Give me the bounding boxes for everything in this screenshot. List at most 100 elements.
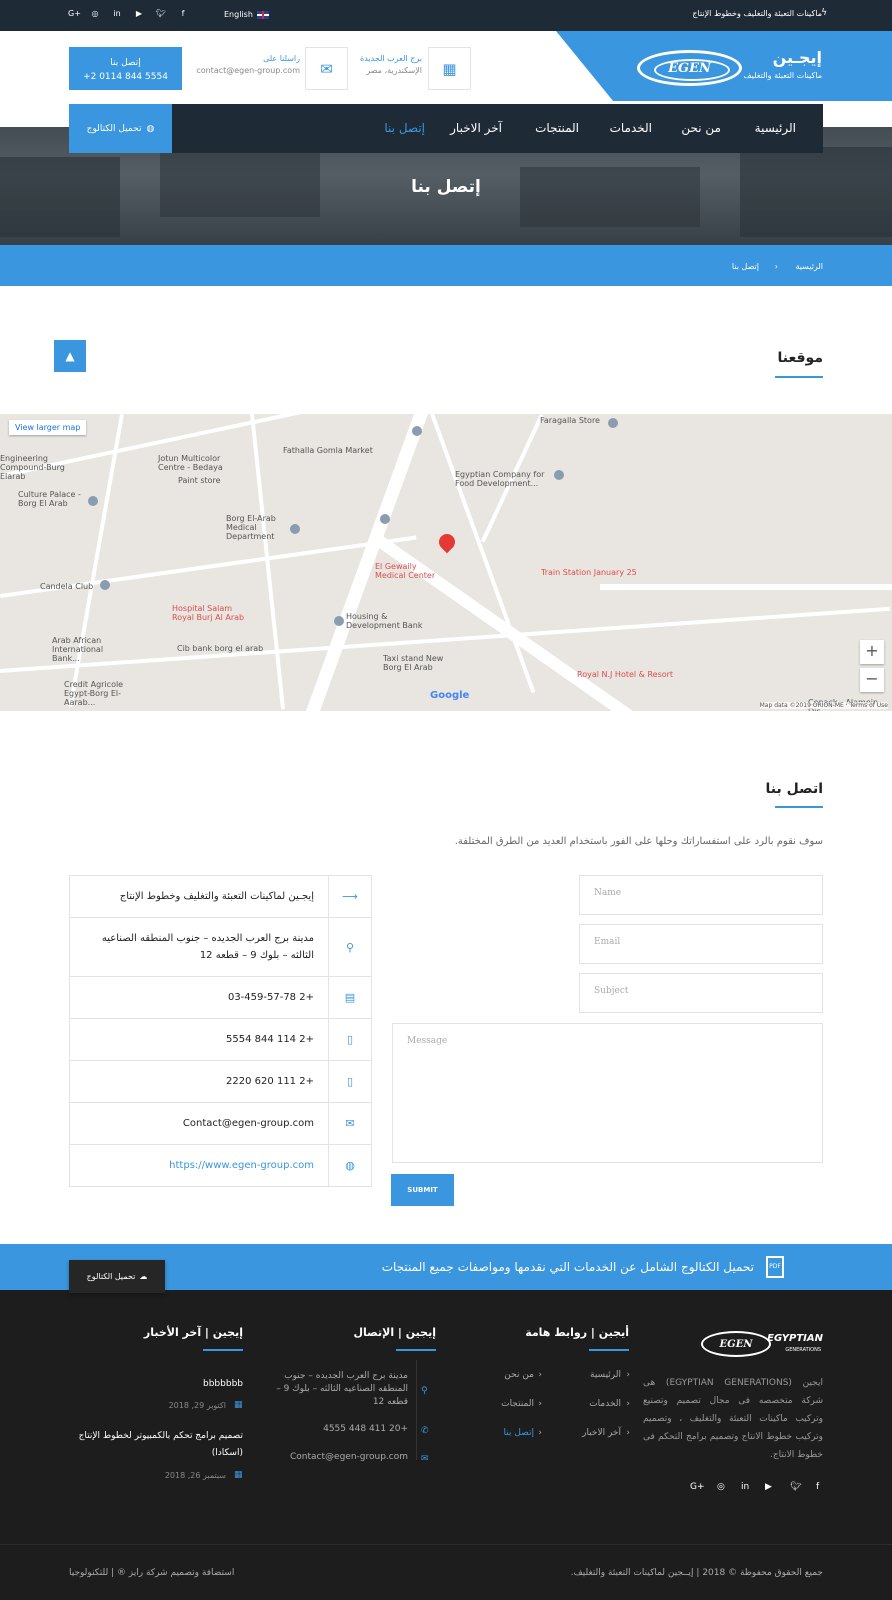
google-logo: Google — [430, 690, 470, 701]
footer-link-news[interactable]: آخر الاخبار — [582, 1428, 621, 1438]
footer-divider — [416, 1360, 417, 1460]
google-plus-icon[interactable]: G+ — [68, 9, 81, 18]
chevron-left-icon: ‹ — [538, 1370, 542, 1380]
footer-title-underline — [203, 1349, 243, 1351]
contact-title: اتصل بنا — [765, 781, 823, 797]
footer-news-item[interactable]: تصميم برامج تحكم بالكمبيوتر لخطوط الإنتا… — [63, 1428, 243, 1462]
instagram-icon[interactable]: ◎ — [90, 9, 100, 18]
twitter-icon[interactable]: 🐦︎ — [790, 1482, 801, 1492]
view-larger-map-link[interactable]: View larger map — [9, 420, 87, 435]
footer-link-products[interactable]: المنتجات — [501, 1399, 534, 1409]
catalog-download-button[interactable]: تحميل الكتالوج ◍ — [69, 104, 172, 153]
footer-title-underline — [589, 1349, 629, 1351]
contact-info-row: +2 114 844 5554 ▯ — [70, 1019, 371, 1061]
logo-mark: EGEN — [637, 50, 742, 86]
logo-title: إيجـين — [772, 48, 822, 67]
catalog-button-label: تحميل الكتالوج — [86, 123, 142, 134]
catalog-banner-text: تحميل الكتالوج الشامل عن الخدمات التي نق… — [381, 1260, 754, 1274]
youtube-icon[interactable]: ▶ — [134, 9, 144, 18]
submit-button[interactable]: SUBMIT — [391, 1174, 454, 1206]
footer-logo[interactable]: EGEN EGYPTIAN GENERATIONS — [701, 1331, 823, 1357]
language-selector[interactable]: English — [224, 10, 269, 19]
name-field[interactable]: Name — [579, 875, 823, 915]
footer-news-date: سبتمبر 26, 2018 — [164, 1471, 226, 1480]
catalog-download-button[interactable]: تحميل الكتالوج ☁ — [69, 1260, 165, 1293]
scroll-to-top-button[interactable]: ▲ — [54, 340, 86, 372]
map-pin-icon — [88, 496, 98, 506]
call-label: إتصل بنا — [110, 58, 141, 68]
fax-icon: ▤ — [328, 977, 371, 1018]
breadcrumb-home[interactable]: الرئيسية — [795, 262, 823, 271]
footer-news-item[interactable]: bbbbbbb — [63, 1376, 243, 1393]
map-label: Arab African International Bank... — [52, 636, 104, 663]
mobile-icon: ▯ — [328, 1019, 371, 1060]
footer-logo-mark: EGEN — [701, 1331, 771, 1357]
footer-news-title: إيجين | آخر الأخبار — [143, 1326, 243, 1339]
cloud-download-icon: ☁ — [139, 1272, 148, 1281]
map-pin-icon — [554, 470, 564, 480]
mobile-number: +2 111 620 2220 — [226, 1076, 314, 1087]
zoom-in-button[interactable]: + — [860, 640, 884, 664]
hosting-credit[interactable]: استضافة وتصميم شركة رايز ® | للتكنولوجيا — [69, 1568, 234, 1578]
facebook-icon[interactable]: f — [816, 1482, 819, 1492]
map-label: Train Station January 25 — [541, 568, 637, 577]
message-field[interactable]: Message — [392, 1023, 823, 1163]
footer-email[interactable]: Contact@egen-group.com — [268, 1451, 408, 1464]
nav-products[interactable]: المنتجات — [535, 121, 579, 135]
location-title: موقعنا — [777, 350, 824, 366]
map-label: Royal N.J Hotel & Resort — [577, 670, 674, 679]
email-field[interactable]: Email — [579, 924, 823, 964]
site-logo[interactable]: EGEN إيجـين ماكينات التعبئة والتغليف — [637, 48, 822, 88]
map-label: Jotun Multicolor Centre - Bedaya — [158, 454, 223, 472]
envelope-icon: ✉ — [305, 47, 348, 90]
nav-contact[interactable]: إتصل بنا — [384, 121, 425, 135]
contact-info-table: إيجـين لماكينات التعبئة والتغليف وخطوط ا… — [69, 875, 372, 1187]
map-pin-icon — [100, 580, 110, 590]
phone-icon: ✆ — [421, 1426, 429, 1436]
youtube-icon[interactable]: ▶ — [765, 1482, 772, 1492]
map-label: Housing & Development Bank — [346, 612, 423, 630]
google-plus-icon[interactable]: G+ — [690, 1482, 705, 1492]
footer-link-services[interactable]: الخدمات — [589, 1399, 621, 1409]
mail-line2: contact@egen-group.com — [196, 66, 300, 75]
twitter-icon[interactable]: 🐦︎ — [156, 9, 166, 18]
map-label: Cib bank borg el arab — [177, 644, 264, 653]
map-label: Faragalla Store — [540, 416, 600, 425]
linkedin-icon[interactable]: in — [112, 9, 122, 18]
website-link[interactable]: https://www.egen-group.com — [70, 1145, 328, 1186]
footer-link-about[interactable]: من نحن — [504, 1370, 534, 1380]
instagram-icon[interactable]: ◎ — [717, 1482, 725, 1492]
copyright-text: جميع الحقوق محفوظة © 2018 | إيــجين لماك… — [570, 1568, 823, 1578]
footer-link-home[interactable]: الرئيسية — [590, 1370, 621, 1380]
title-underline — [775, 806, 823, 808]
nav-about[interactable]: من نحن — [681, 121, 721, 135]
map-label: Fathalla Gomla Market — [283, 446, 373, 455]
call-number: +2 0114 844 5554 — [83, 72, 168, 82]
map-label: Paint store — [178, 476, 221, 485]
chevron-left-icon: ‹ — [626, 1370, 630, 1380]
nav-news[interactable]: آخر الاخبار — [450, 121, 502, 135]
footer-logo-text: EGYPTIAN — [767, 1333, 823, 1344]
language-label: English — [224, 10, 253, 19]
subject-field[interactable]: Subject — [579, 973, 823, 1013]
contact-email[interactable]: Contact@egen-group.com — [70, 1103, 328, 1144]
facebook-icon[interactable]: f — [178, 9, 188, 18]
call-us-button[interactable]: إتصل بنا +2 0114 844 5554 — [69, 47, 182, 90]
zoom-out-button[interactable]: − — [860, 668, 884, 692]
arrow-right-icon: ⟶ — [328, 876, 371, 917]
footer-title-underline — [396, 1349, 436, 1351]
nav-services[interactable]: الخدمات — [610, 121, 652, 135]
linkedin-icon[interactable]: in — [741, 1482, 749, 1492]
map-label: Credit Agricole Egypt-Borg El-Aarab... — [64, 680, 124, 707]
map-label: Hospital Salam Royal Burj Al Arab — [172, 604, 245, 622]
footer-logo-subtext: GENERATIONS — [785, 1347, 821, 1353]
footer-link-contact[interactable]: إتصل بنا — [504, 1428, 534, 1438]
globe-icon: ◍ — [146, 123, 155, 134]
contact-intro: سوف نقوم بالرد على استفساراتك وحلها على … — [454, 836, 823, 847]
map-label: Borg El-Arab Medical Department — [226, 514, 276, 541]
fax-number: +2 03-459-57-78 — [227, 992, 314, 1003]
google-map[interactable]: Faragalla Store Jotun Multicolor Centre … — [0, 414, 892, 711]
location-marker-icon — [435, 530, 459, 554]
nav-home[interactable]: الرئيسية — [755, 121, 796, 135]
chevron-up-icon: ▲ — [65, 349, 75, 363]
